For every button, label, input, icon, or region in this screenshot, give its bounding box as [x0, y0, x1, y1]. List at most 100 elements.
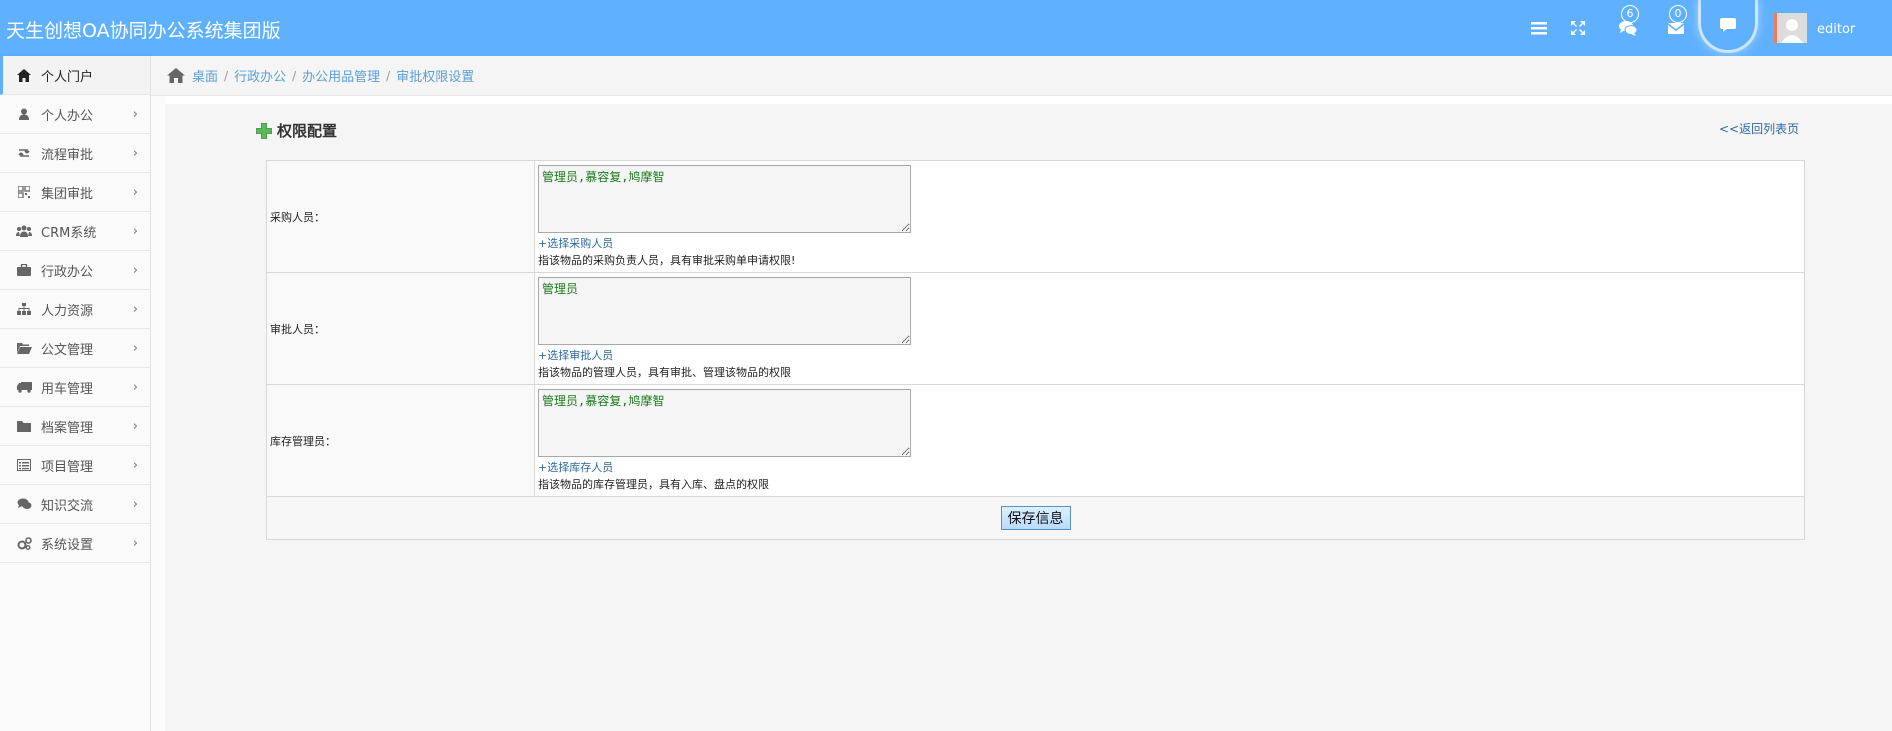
form-row-actions: 保存信息: [266, 496, 1805, 540]
chevron-right-icon: ›: [132, 107, 138, 122]
retweet-icon: [16, 145, 32, 161]
messages-button[interactable]: 6: [1617, 5, 1639, 39]
messages-badge: 6: [1621, 5, 1639, 23]
mail-button[interactable]: 0: [1665, 5, 1687, 39]
breadcrumb-separator: /: [224, 68, 229, 83]
back-to-list-link[interactable]: <<返回列表页: [1719, 120, 1799, 137]
select-warehouse-keeper-link[interactable]: +选择库存人员: [538, 460, 1801, 476]
chevron-right-icon: ›: [132, 302, 138, 317]
select-purchaser-link[interactable]: +选择采购人员: [538, 236, 1801, 252]
breadcrumb-separator: /: [292, 68, 297, 83]
warehouse-keeper-label: 库存管理员：: [266, 384, 535, 497]
purchaser-cell: 管理员,慕容复,鸠摩智 +选择采购人员 指该物品的采购负责人员，具有审批采购单申…: [534, 160, 1805, 273]
folder-open-icon: [16, 340, 32, 356]
sidebar-item-label: 档案管理: [41, 420, 94, 436]
sidebar-item-crm[interactable]: CRM系统 ›: [0, 212, 150, 251]
breadcrumb-approval-permissions[interactable]: 审批权限设置: [396, 66, 474, 85]
username[interactable]: editor: [1817, 22, 1855, 37]
sidebar-item-personal-portal[interactable]: 个人门户: [0, 56, 150, 95]
group-icon: [16, 223, 32, 239]
sidebar-item-administration[interactable]: 行政办公 ›: [0, 251, 150, 290]
section-title-text: 权限配置: [277, 122, 338, 140]
chevron-right-icon: ›: [132, 146, 138, 161]
select-approver-link[interactable]: +选择审批人员: [538, 348, 1801, 364]
sidebar-item-label: 个人办公: [41, 108, 94, 124]
sidebar-item-label: CRM系统: [41, 225, 97, 241]
warehouse-keeper-cell: 管理员,慕容复,鸠摩智 +选择库存人员 指该物品的库存管理员，具有入库、盘点的权…: [534, 384, 1805, 497]
save-button[interactable]: 保存信息: [1000, 506, 1071, 530]
sidebar-item-label: 流程审批: [41, 147, 94, 163]
list-alt-icon: [16, 457, 32, 473]
add-icon: [256, 122, 272, 139]
purchaser-label: 采购人员：: [266, 160, 535, 273]
sidebar-item-label: 集团审批: [41, 186, 94, 202]
top-header: 天生创想OA协同办公系统集团版 6 0 editor: [0, 0, 1892, 56]
warehouse-keeper-textarea[interactable]: 管理员,慕容复,鸠摩智: [538, 389, 911, 457]
breadcrumb: 桌面 / 行政办公 / 办公用品管理 / 审批权限设置: [151, 56, 1892, 96]
chevron-right-icon: ›: [132, 458, 138, 473]
sidebar-item-project-management[interactable]: 项目管理 ›: [0, 446, 150, 485]
fullscreen-icon[interactable]: [1567, 17, 1589, 39]
sidebar-item-personal-office[interactable]: 个人办公 ›: [0, 95, 150, 134]
qrcode-icon: [16, 184, 32, 200]
sidebar-item-system-settings[interactable]: 系统设置 ›: [0, 524, 150, 563]
mail-badge: 0: [1669, 5, 1687, 23]
chevron-right-icon: ›: [132, 536, 138, 551]
sidebar-item-vehicle-management[interactable]: 用车管理 ›: [0, 368, 150, 407]
sitemap-icon: [16, 301, 32, 317]
sidebar: 个人门户 个人办公 › 流程审批 › 集团审批 › CRM系统 › 行政办公 ›…: [0, 56, 151, 731]
actions-cell: 保存信息: [266, 496, 1805, 540]
truck-icon: [16, 379, 32, 395]
sidebar-item-label: 行政办公: [41, 264, 94, 280]
app-title: 天生创想OA协同办公系统集团版: [6, 20, 281, 42]
chevron-right-icon: ›: [132, 185, 138, 200]
folder-icon: [16, 418, 32, 434]
approver-cell: 管理员 +选择审批人员 指该物品的管理人员，具有审批、管理该物品的权限: [534, 272, 1805, 385]
form-row-warehouse-keeper: 库存管理员： 管理员,慕容复,鸠摩智 +选择库存人员 指该物品的库存管理员，具有…: [266, 384, 1805, 497]
breadcrumb-separator: /: [386, 68, 391, 83]
home-icon[interactable]: [167, 68, 185, 83]
sidebar-item-group-approval[interactable]: 集团审批 ›: [0, 173, 150, 212]
form-row-purchaser: 采购人员： 管理员,慕容复,鸠摩智 +选择采购人员 指该物品的采购负责人员，具有…: [266, 160, 1805, 273]
comments-icon: [16, 496, 32, 512]
sidebar-item-knowledge-exchange[interactable]: 知识交流 ›: [0, 485, 150, 524]
comment-icon: [1720, 18, 1736, 32]
approver-label: 审批人员：: [266, 272, 535, 385]
sidebar-item-label: 系统设置: [41, 537, 94, 553]
approver-textarea[interactable]: 管理员: [538, 277, 911, 345]
permission-form: 采购人员： 管理员,慕容复,鸠摩智 +选择采购人员 指该物品的采购负责人员，具有…: [266, 160, 1805, 540]
avatar[interactable]: [1774, 13, 1807, 43]
chevron-right-icon: ›: [132, 419, 138, 434]
sidebar-item-label: 公文管理: [41, 342, 94, 358]
sidebar-item-archive-management[interactable]: 档案管理 ›: [0, 407, 150, 446]
breadcrumb-administration[interactable]: 行政办公: [234, 66, 286, 85]
user-icon: [16, 106, 32, 122]
sidebar-item-human-resources[interactable]: 人力资源 ›: [0, 290, 150, 329]
chat-button[interactable]: [1701, 0, 1755, 50]
content-gutter: [151, 96, 165, 731]
chevron-right-icon: ›: [132, 380, 138, 395]
sidebar-item-label: 项目管理: [41, 459, 94, 475]
sidebar-item-workflow-approval[interactable]: 流程审批 ›: [0, 134, 150, 173]
chevron-right-icon: ›: [132, 263, 138, 278]
section-title: 权限配置: [256, 120, 337, 141]
purchaser-textarea[interactable]: 管理员,慕容复,鸠摩智: [538, 165, 911, 233]
breadcrumb-office-supplies[interactable]: 办公用品管理: [302, 66, 380, 85]
purchaser-hint: 指该物品的采购负责人员，具有审批采购单申请权限!: [538, 254, 796, 267]
home-icon: [16, 67, 32, 83]
menu-toggle-icon[interactable]: [1528, 17, 1550, 39]
form-row-approver: 审批人员： 管理员 +选择审批人员 指该物品的管理人员，具有审批、管理该物品的权…: [266, 272, 1805, 385]
envelope-icon: [1667, 23, 1685, 34]
briefcase-icon: [16, 262, 32, 278]
chevron-right-icon: ›: [132, 497, 138, 512]
sidebar-item-label: 用车管理: [41, 381, 94, 397]
sidebar-item-label: 人力资源: [41, 303, 94, 319]
breadcrumb-desktop[interactable]: 桌面: [192, 66, 218, 85]
cogs-icon: [16, 535, 32, 551]
approver-hint: 指该物品的管理人员，具有审批、管理该物品的权限: [538, 366, 791, 379]
sidebar-item-label: 个人门户: [41, 69, 94, 85]
chevron-right-icon: ›: [132, 341, 138, 356]
sidebar-item-document-management[interactable]: 公文管理 ›: [0, 329, 150, 368]
sidebar-item-label: 知识交流: [41, 498, 94, 514]
chevron-right-icon: ›: [132, 224, 138, 239]
